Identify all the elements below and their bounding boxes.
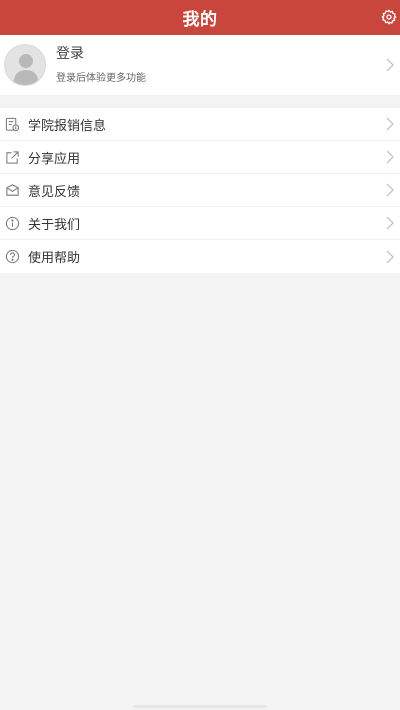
menu-item-label: 意见反馈 bbox=[28, 184, 81, 200]
header-bar: 我的 bbox=[0, 0, 400, 35]
gear-icon[interactable] bbox=[380, 8, 398, 26]
user-avatar-icon bbox=[4, 44, 46, 86]
help-icon bbox=[4, 249, 20, 265]
menu-item-label: 关于我们 bbox=[28, 217, 81, 233]
menu-item-label: 分享应用 bbox=[28, 151, 81, 167]
login-subtitle: 登录后体验更多功能 bbox=[56, 72, 146, 84]
chevron-right-icon bbox=[386, 117, 394, 131]
chevron-right-icon bbox=[386, 58, 394, 72]
login-label: 登录 bbox=[56, 45, 84, 62]
home-indicator bbox=[133, 705, 267, 708]
menu-item-reimbursement[interactable]: 学院报销信息 bbox=[0, 108, 400, 141]
page-title: 我的 bbox=[182, 10, 218, 30]
menu-item-about[interactable]: 关于我们 bbox=[0, 207, 400, 240]
menu-item-feedback[interactable]: 意见反馈 bbox=[0, 174, 400, 207]
envelope-icon bbox=[4, 182, 20, 198]
app-root: 我的 登录 登录后体验更多功能 学院报销信息 分享应用 意见反馈 关于我们 使用… bbox=[0, 0, 400, 710]
menu-item-label: 学院报销信息 bbox=[28, 118, 107, 134]
profile-text: 登录 登录后体验更多功能 bbox=[56, 46, 146, 84]
chevron-right-icon bbox=[386, 150, 394, 164]
profile-login-card[interactable]: 登录 登录后体验更多功能 bbox=[0, 35, 400, 95]
chevron-right-icon bbox=[386, 250, 394, 264]
menu-item-share[interactable]: 分享应用 bbox=[0, 141, 400, 174]
section-gap bbox=[0, 95, 400, 108]
settings-menu: 学院报销信息 分享应用 意见反馈 关于我们 使用帮助 bbox=[0, 108, 400, 273]
chevron-right-icon bbox=[386, 183, 394, 197]
menu-item-help[interactable]: 使用帮助 bbox=[0, 240, 400, 273]
share-icon bbox=[4, 149, 20, 165]
info-icon bbox=[4, 215, 20, 231]
chevron-right-icon bbox=[386, 216, 394, 230]
document-receipt-icon bbox=[4, 116, 20, 132]
menu-item-label: 使用帮助 bbox=[28, 251, 81, 266]
